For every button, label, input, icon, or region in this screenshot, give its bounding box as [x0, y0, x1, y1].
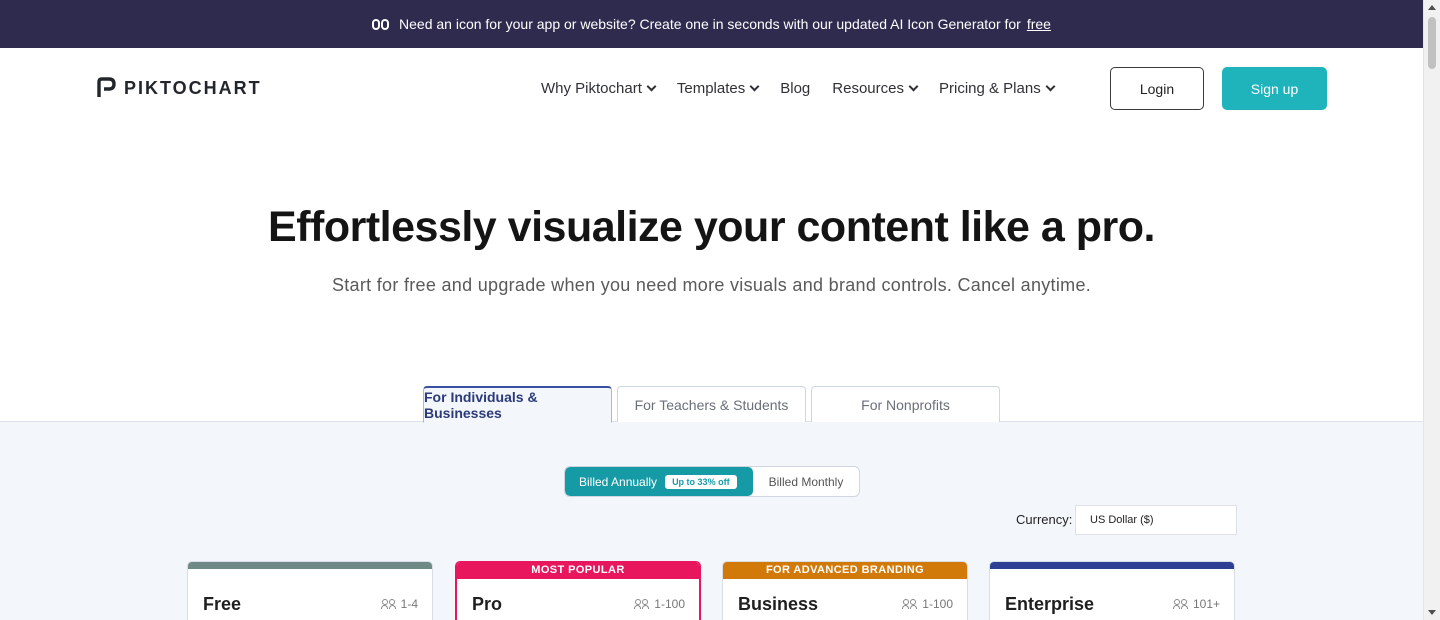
plan-card-enterprise: Enterprise 101+ — [989, 561, 1235, 620]
plan-card-business: FOR ADVANCED BRANDING Business 1-100 — [722, 561, 968, 620]
announcement-bar: Need an icon for your app or website? Cr… — [0, 0, 1423, 48]
chevron-down-icon — [908, 81, 919, 92]
logo[interactable]: PIKTOCHART — [96, 77, 262, 99]
plan-name: Free — [203, 594, 242, 614]
menu-label: Templates — [676, 80, 746, 97]
plan-users-count: 101+ — [1192, 597, 1220, 611]
signup-button[interactable]: Sign up — [1222, 67, 1327, 110]
currency-label: Currency: — [1016, 512, 1073, 527]
menu-why-piktochart[interactable]: Why Piktochart — [541, 80, 657, 97]
menu-label: Why Piktochart — [541, 80, 642, 97]
plan-name: Business — [738, 594, 819, 614]
plan-card-free: Free 1-4 — [187, 561, 433, 620]
plan-users: 1-100 — [902, 597, 953, 611]
plan-name: Pro — [472, 594, 503, 614]
menu-label: Blog — [780, 80, 811, 97]
hero-title: Effortlessly visualize your content like… — [268, 203, 1155, 251]
plan-users: 101+ — [1172, 597, 1220, 611]
plan-banner: FOR ADVANCED BRANDING — [723, 562, 967, 579]
billed-monthly-option[interactable]: Billed Monthly — [753, 467, 859, 496]
scroll-thumb[interactable] — [1428, 17, 1436, 69]
menu-label: Resources — [832, 80, 904, 97]
page-scrollbar[interactable] — [1423, 0, 1440, 620]
page: Need an icon for your app or website? Cr… — [0, 0, 1423, 620]
login-button[interactable]: Login — [1110, 67, 1204, 110]
chevron-down-icon — [749, 81, 760, 92]
announcement-text: Need an icon for your app or website? Cr… — [399, 16, 1021, 32]
menu-blog[interactable]: Blog — [780, 80, 810, 97]
plan-users: 1-4 — [380, 597, 418, 611]
tab-nonprofits[interactable]: For Nonprofits — [811, 386, 1000, 422]
tab-teachers-students[interactable]: For Teachers & Students — [617, 386, 806, 422]
ai-icon — [372, 18, 390, 30]
top-nav: PIKTOCHART Why Piktochart Templates Blog… — [0, 48, 1423, 130]
audience-tabs: For Individuals & Businesses For Teacher… — [423, 386, 1000, 423]
billed-annually-label: Billed Annually — [579, 474, 658, 489]
billed-annually-option[interactable]: Billed Annually Up to 33% off — [565, 467, 753, 496]
menu-pricing-plans[interactable]: Pricing & Plans — [938, 80, 1056, 97]
menu-label: Pricing & Plans — [938, 80, 1041, 97]
logo-text: PIKTOCHART — [124, 77, 262, 98]
piktochart-logo-icon — [96, 77, 116, 99]
chevron-down-icon — [646, 81, 657, 92]
billing-toggle: Billed Annually Up to 33% off Billed Mon… — [564, 466, 860, 497]
discount-badge: Up to 33% off — [665, 474, 737, 489]
main-menu: Why Piktochart Templates Blog Resources … — [541, 80, 1056, 97]
announcement-free-link[interactable]: free — [1027, 16, 1051, 32]
plan-users: 1-100 — [634, 597, 685, 611]
card-top-bar — [990, 562, 1234, 569]
users-icon — [634, 599, 650, 609]
plan-users-count: 1-100 — [922, 597, 953, 611]
menu-templates[interactable]: Templates — [676, 80, 760, 97]
menu-resources[interactable]: Resources — [832, 80, 919, 97]
hero-subtitle: Start for free and upgrade when you need… — [331, 275, 1092, 295]
users-icon — [1172, 599, 1189, 609]
plan-card-pro: MOST POPULAR Pro 1-100 — [455, 561, 701, 620]
scroll-up-arrow-icon[interactable] — [1428, 5, 1436, 10]
tab-individuals-businesses[interactable]: For Individuals & Businesses — [423, 386, 612, 423]
plan-users-count: 1-4 — [400, 597, 418, 611]
scroll-down-arrow-icon[interactable] — [1428, 610, 1436, 615]
plan-users-count: 1-100 — [654, 597, 685, 611]
card-top-bar — [188, 562, 432, 569]
users-icon — [902, 599, 918, 609]
users-icon — [380, 599, 397, 609]
plan-banner: MOST POPULAR — [457, 562, 699, 579]
currency-select[interactable]: US Dollar ($) — [1075, 505, 1237, 535]
plan-name: Enterprise — [1005, 594, 1095, 614]
chevron-down-icon — [1045, 81, 1056, 92]
